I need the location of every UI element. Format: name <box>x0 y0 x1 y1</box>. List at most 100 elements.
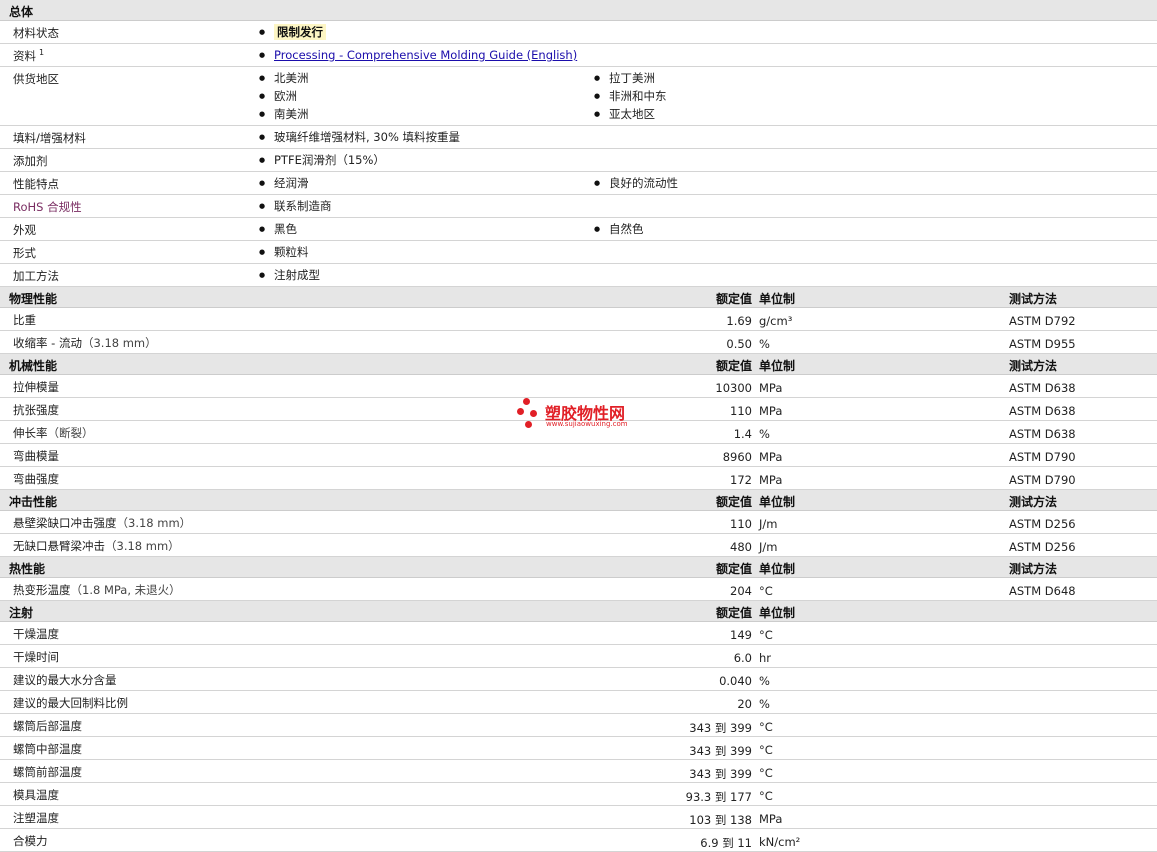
general-row-label: 加工方法 <box>13 268 59 284</box>
property-name: 注塑温度 <box>13 811 59 825</box>
bullet-item: 经润滑 <box>259 174 594 192</box>
property-label: 抗张强度 <box>13 402 59 418</box>
general-row-values: 颗粒料 <box>259 241 1157 263</box>
logo-dot-icon <box>517 408 524 415</box>
label-text: 材料状态 <box>13 26 59 40</box>
general-row-values: 经润滑 良好的流动性 <box>259 172 1157 194</box>
property-row: 弯曲强度 172 MPa ASTM D790 <box>0 467 1157 490</box>
general-row-label: 添加剂 <box>13 153 48 169</box>
property-condition: （断裂） <box>47 426 94 440</box>
property-value: 110 <box>730 404 752 418</box>
section-title: 机械性能 <box>9 359 58 373</box>
general-row: 材料状态 限制发行 <box>0 21 1157 44</box>
property-name: 弯曲强度 <box>13 472 59 486</box>
property-row: 拉伸模量 10300 MPa ASTM D638 <box>0 375 1157 398</box>
label-text: 填料/增强材料 <box>13 131 86 145</box>
logo-dot-icon <box>523 398 530 405</box>
section-title: 热性能 <box>9 562 46 576</box>
general-row-label: 性能特点 <box>13 176 59 192</box>
property-row: 悬壁梁缺口冲击强度（3.18 mm） 110 J/m ASTM D256 <box>0 511 1157 534</box>
property-value: 480 <box>730 540 752 554</box>
column-header-test: 测试方法 <box>1009 495 1058 509</box>
property-name: 拉伸模量 <box>13 380 59 394</box>
property-unit: °C <box>759 766 773 780</box>
bullet-item: 限制发行 <box>259 23 594 41</box>
property-name: 螺筒前部温度 <box>13 765 82 779</box>
logo-dot-icon <box>530 410 537 417</box>
bullet-item-text: 经润滑 <box>274 176 309 190</box>
document-link[interactable]: Processing - Comprehensive Molding Guide… <box>274 48 577 62</box>
property-row: 模具温度 93.3 到 177 °C <box>0 783 1157 806</box>
property-label: 螺筒中部温度 <box>13 741 82 757</box>
property-unit: g/cm³ <box>759 314 793 328</box>
bullet-item: 颗粒料 <box>259 243 594 261</box>
property-row: 弯曲模量 8960 MPa ASTM D790 <box>0 444 1157 467</box>
label-text: 供货地区 <box>13 72 59 86</box>
property-row: 螺筒后部温度 343 到 399 °C <box>0 714 1157 737</box>
general-row-values: PTFE润滑剂（15%） <box>259 149 1157 171</box>
bullet-item: 非洲和中东 <box>594 87 929 105</box>
property-label: 无缺口悬臂梁冲击（3.18 mm） <box>13 538 180 554</box>
general-row-label: 供货地区 <box>13 71 59 87</box>
property-condition: （1.8 MPa, 未退火） <box>70 583 181 597</box>
general-row-values: 限制发行 <box>259 21 1157 43</box>
property-value: 343 到 399 <box>689 767 752 781</box>
general-row: 资料1 Processing - Comprehensive Molding Gu… <box>0 44 1157 67</box>
property-label: 拉伸模量 <box>13 379 59 395</box>
property-unit: J/m <box>759 540 778 554</box>
bullet-item-text: 玻璃纤维增强材料, 30% 填料按重量 <box>274 130 461 144</box>
property-condition: （3.18 mm） <box>116 516 192 530</box>
property-name: 干燥温度 <box>13 627 59 641</box>
bullet-item-text: 良好的流动性 <box>609 176 678 190</box>
property-label: 干燥时间 <box>13 649 59 665</box>
property-label: 注塑温度 <box>13 810 59 826</box>
property-row: 注塑温度 103 到 138 MPa <box>0 806 1157 829</box>
test-method: ASTM D638 <box>1009 404 1076 418</box>
general-row: 形式 颗粒料 <box>0 241 1157 264</box>
property-label: 模具温度 <box>13 787 59 803</box>
property-value: 1.4 <box>733 427 752 441</box>
property-name: 抗张强度 <box>13 403 59 417</box>
property-condition: （3.18 mm） <box>81 336 157 350</box>
bullet-item-text: 亚太地区 <box>609 107 655 121</box>
property-label: 伸长率（断裂） <box>13 425 94 441</box>
property-name: 建议的最大水分含量 <box>13 673 117 687</box>
bullet-item: 注射成型 <box>259 266 594 284</box>
watermark-subtitle: www.sujiaowuxing.com <box>546 420 628 428</box>
property-unit: J/m <box>759 517 778 531</box>
bullet-item: 亚太地区 <box>594 105 929 123</box>
property-label: 螺筒后部温度 <box>13 718 82 734</box>
label-text: 资料 <box>13 49 36 63</box>
property-name: 模具温度 <box>13 788 59 802</box>
bullet-item-text: 非洲和中东 <box>609 89 667 103</box>
column-header-unit: 单位制 <box>759 359 796 373</box>
property-name: 螺筒后部温度 <box>13 719 82 733</box>
property-value: 0.040 <box>719 674 752 688</box>
property-unit: MPa <box>759 381 783 395</box>
property-row: 建议的最大回制料比例 20% <box>0 691 1157 714</box>
property-label: 热变形温度（1.8 MPa, 未退火） <box>13 582 181 598</box>
property-unit: MPa <box>759 404 783 418</box>
section-header: 机械性能 额定值 单位制 测试方法 <box>0 354 1157 375</box>
property-name: 建议的最大回制料比例 <box>13 696 128 710</box>
general-row-label: 填料/增强材料 <box>13 130 86 146</box>
bullet-item[interactable]: Processing - Comprehensive Molding Guide… <box>259 46 594 64</box>
property-row: 干燥温度 149 °C <box>0 622 1157 645</box>
general-row-label: 外观 <box>13 222 36 238</box>
column-header-test: 测试方法 <box>1009 292 1058 306</box>
property-unit: °C <box>759 628 773 642</box>
bullet-item-text: 黑色 <box>274 222 297 236</box>
property-name: 合模力 <box>13 834 48 848</box>
property-unit: MPa <box>759 450 783 464</box>
bullet-item-text: 颗粒料 <box>274 245 309 259</box>
property-value: 110 <box>730 517 752 531</box>
property-row: 建议的最大水分含量 0.040% <box>0 668 1157 691</box>
bullet-item: 拉丁美洲 <box>594 69 929 87</box>
general-row-values: 联系制造商 <box>259 195 1157 217</box>
property-name: 螺筒中部温度 <box>13 742 82 756</box>
property-row: 比重 1.69 g/cm³ ASTM D792 <box>0 308 1157 331</box>
section-header: 热性能 额定值 单位制 测试方法 <box>0 557 1157 578</box>
bullet-item: 南美洲 <box>259 105 594 123</box>
bullet-item-text: 拉丁美洲 <box>609 71 655 85</box>
column-header-unit: 单位制 <box>759 292 796 306</box>
